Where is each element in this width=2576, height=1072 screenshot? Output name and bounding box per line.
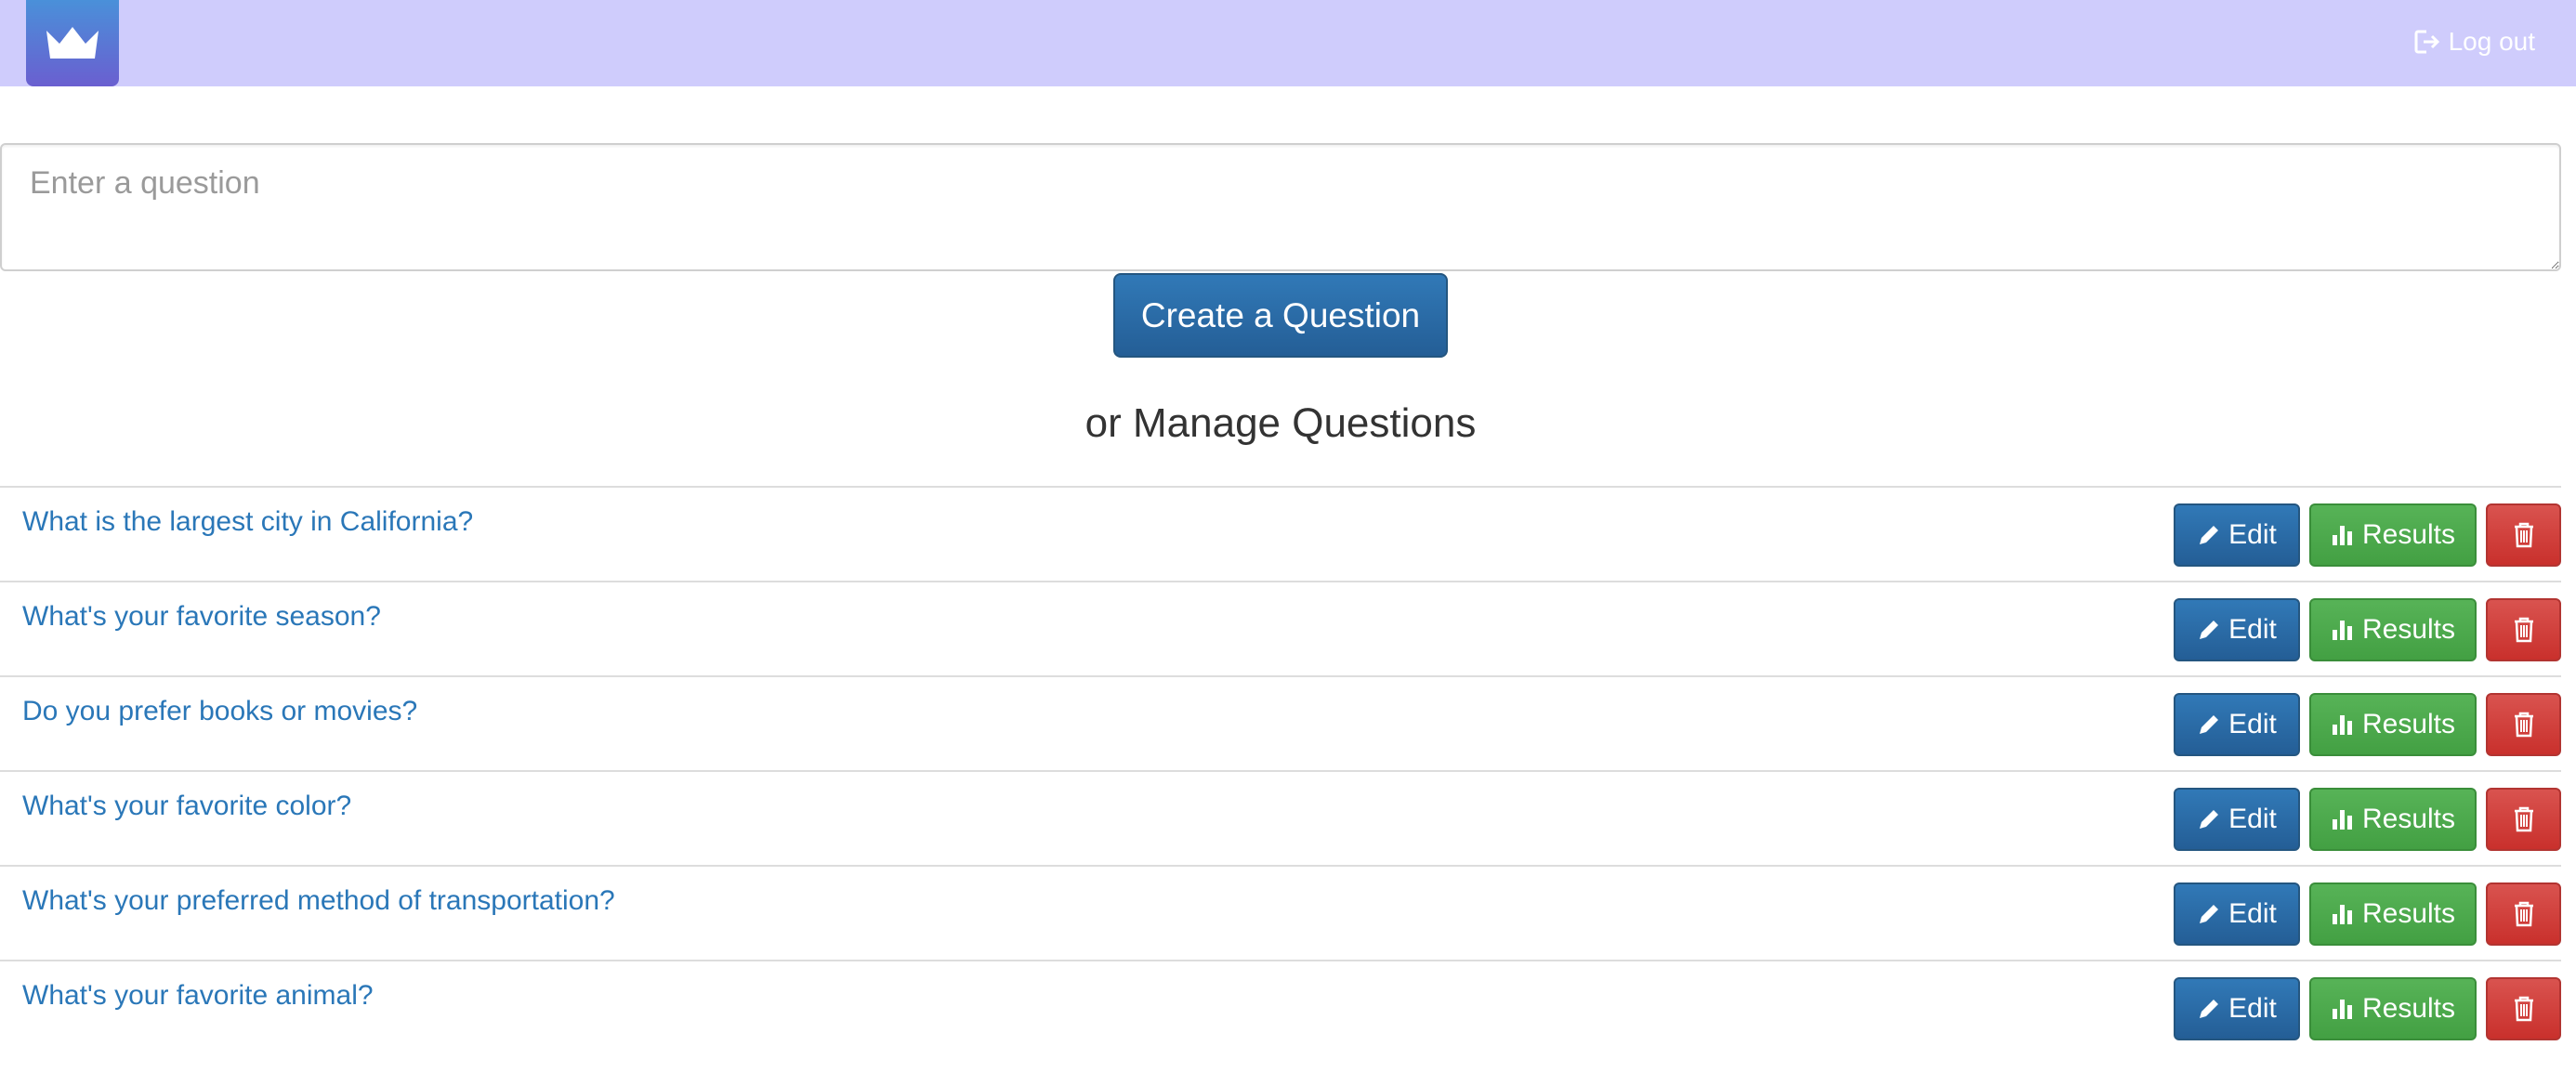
question-link[interactable]: What's your preferred method of transpor…: [22, 885, 615, 917]
question-row: Do you prefer books or movies? Edit Resu…: [0, 675, 2561, 770]
row-actions: Edit Results: [2174, 788, 2561, 851]
create-question-button[interactable]: Create a Question: [1113, 273, 1448, 358]
results-label: Results: [2361, 614, 2456, 645]
edit-label: Edit: [2228, 804, 2277, 834]
results-button[interactable]: Results: [2309, 693, 2477, 756]
trash-icon: [2514, 901, 2533, 927]
row-actions: Edit Results: [2174, 977, 2561, 1040]
row-actions: Edit Results: [2174, 503, 2561, 567]
delete-button[interactable]: [2486, 788, 2561, 851]
logout-label: Log out: [2448, 27, 2535, 56]
trash-icon: [2514, 617, 2533, 643]
pencil-icon: [2200, 621, 2219, 639]
trash-icon: [2514, 712, 2533, 738]
logo[interactable]: [26, 0, 119, 86]
pencil-icon: [2200, 715, 2219, 734]
results-label: Results: [2361, 993, 2456, 1024]
bar-chart-icon: [2332, 1000, 2352, 1019]
trash-icon: [2514, 996, 2533, 1022]
log-out-icon: [2414, 30, 2439, 54]
edit-button[interactable]: Edit: [2174, 882, 2300, 946]
results-button[interactable]: Results: [2309, 977, 2477, 1040]
bar-chart-icon: [2332, 715, 2352, 735]
delete-button[interactable]: [2486, 503, 2561, 567]
results-button[interactable]: Results: [2309, 503, 2477, 567]
row-actions: Edit Results: [2174, 882, 2561, 946]
edit-label: Edit: [2228, 519, 2277, 550]
question-link[interactable]: What's your favorite animal?: [22, 980, 374, 1012]
bar-chart-icon: [2332, 810, 2352, 830]
edit-button[interactable]: Edit: [2174, 503, 2300, 567]
bar-chart-icon: [2332, 905, 2352, 924]
edit-label: Edit: [2228, 614, 2277, 645]
results-label: Results: [2361, 804, 2456, 834]
delete-button[interactable]: [2486, 693, 2561, 756]
results-button[interactable]: Results: [2309, 882, 2477, 946]
question-link[interactable]: What is the largest city in California?: [22, 506, 473, 538]
results-button[interactable]: Results: [2309, 788, 2477, 851]
crown-icon: [46, 26, 99, 59]
manage-questions-heading: or Manage Questions: [1084, 400, 1477, 446]
delete-button[interactable]: [2486, 977, 2561, 1040]
pencil-icon: [2200, 1000, 2219, 1018]
question-row: What's your favorite color? Edit Results: [0, 770, 2561, 865]
delete-button[interactable]: [2486, 598, 2561, 661]
question-link[interactable]: What's your favorite color?: [22, 791, 351, 822]
question-row: What's your preferred method of transpor…: [0, 865, 2561, 960]
bar-chart-icon: [2332, 526, 2352, 545]
edit-button[interactable]: Edit: [2174, 598, 2300, 661]
results-label: Results: [2361, 519, 2456, 550]
edit-button[interactable]: Edit: [2174, 788, 2300, 851]
question-row: What is the largest city in California? …: [0, 486, 2561, 581]
logout-link[interactable]: Log out: [2413, 20, 2535, 63]
pencil-icon: [2200, 810, 2219, 829]
question-row: What's your favorite season? Edit Result…: [0, 581, 2561, 675]
results-label: Results: [2361, 898, 2456, 929]
bar-chart-icon: [2332, 621, 2352, 640]
results-button[interactable]: Results: [2309, 598, 2477, 661]
row-actions: Edit Results: [2174, 693, 2561, 756]
question-list: What is the largest city in California? …: [0, 486, 2561, 1054]
pencil-icon: [2200, 526, 2219, 544]
pencil-icon: [2200, 905, 2219, 923]
question-row: What's your favorite animal? Edit Result…: [0, 960, 2561, 1054]
edit-label: Edit: [2228, 898, 2277, 929]
question-link[interactable]: Do you prefer books or movies?: [22, 696, 417, 727]
edit-button[interactable]: Edit: [2174, 977, 2300, 1040]
edit-button[interactable]: Edit: [2174, 693, 2300, 756]
edit-label: Edit: [2228, 993, 2277, 1024]
trash-icon: [2514, 806, 2533, 832]
results-label: Results: [2361, 709, 2456, 739]
edit-label: Edit: [2228, 709, 2277, 739]
trash-icon: [2514, 522, 2533, 548]
delete-button[interactable]: [2486, 882, 2561, 946]
question-input[interactable]: [0, 143, 2561, 271]
top-navbar: Log out: [0, 0, 2576, 86]
question-link[interactable]: What's your favorite season?: [22, 601, 381, 633]
row-actions: Edit Results: [2174, 598, 2561, 661]
